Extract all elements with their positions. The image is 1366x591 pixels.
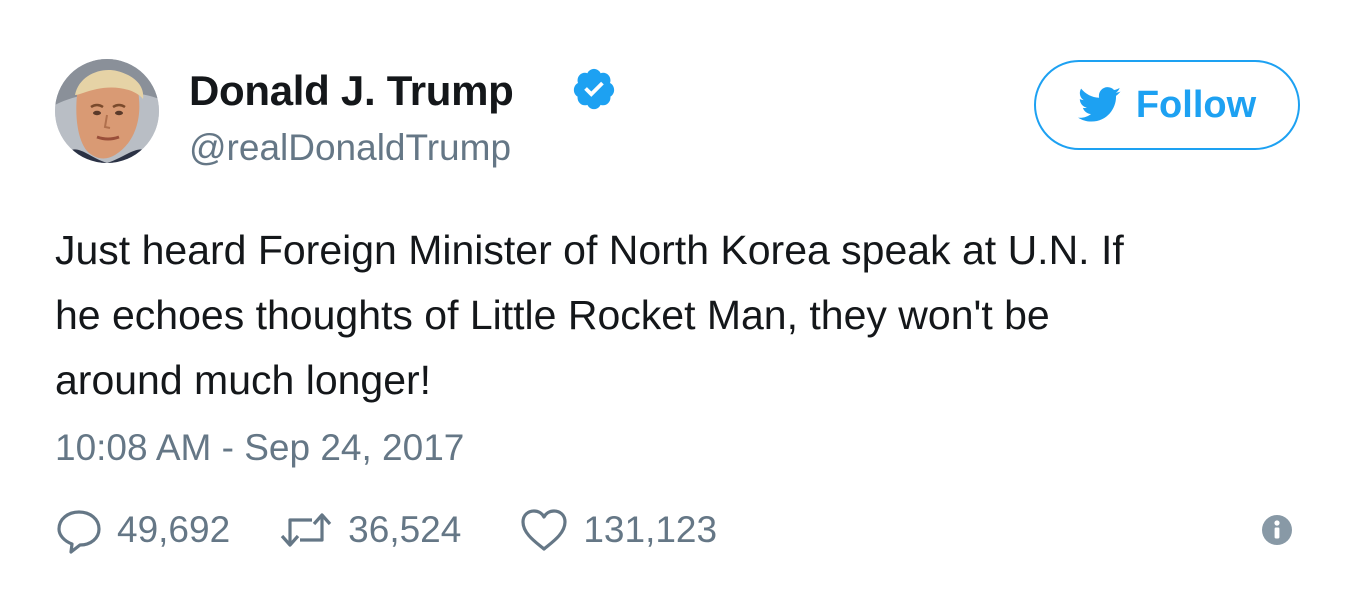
reply-button[interactable]: 49,692 [55, 506, 230, 554]
avatar[interactable] [55, 59, 159, 163]
like-button[interactable]: 131,123 [519, 506, 717, 554]
tweet-text-line: he echoes thoughts of Little Rocket Man,… [55, 292, 1050, 338]
avatar-photo [55, 59, 159, 163]
follow-button[interactable]: Follow [1034, 60, 1300, 150]
retweet-arrows-icon [280, 513, 332, 547]
twitter-bird-icon [1077, 87, 1121, 122]
tweet-card: Donald J. Trump @realDonaldTrump Follow … [0, 0, 1366, 591]
info-icon[interactable] [1261, 514, 1293, 546]
tweet-text: Just heard Foreign Minister of North Kor… [55, 218, 1315, 413]
tweet-text-line: Just heard Foreign Minister of North Kor… [55, 227, 1124, 273]
heart-icon [521, 509, 567, 551]
tweet-text-line: around much longer! [55, 357, 432, 403]
tweet-timestamp[interactable]: 10:08 AM - Sep 24, 2017 [55, 424, 464, 472]
follow-button-label: Follow [1135, 84, 1257, 126]
author-handle[interactable]: @realDonaldTrump [189, 124, 511, 172]
retweet-button[interactable]: 36,524 [278, 506, 461, 554]
author-display-name[interactable]: Donald J. Trump [189, 65, 514, 117]
retweet-count: 36,524 [348, 509, 462, 550]
reply-count: 49,692 [117, 509, 231, 550]
like-count: 131,123 [583, 509, 718, 550]
verified-badge-icon [573, 68, 615, 110]
tweet-actions: 49,692 36,524 131,123 [55, 504, 717, 556]
speech-bubble-icon [57, 510, 101, 554]
